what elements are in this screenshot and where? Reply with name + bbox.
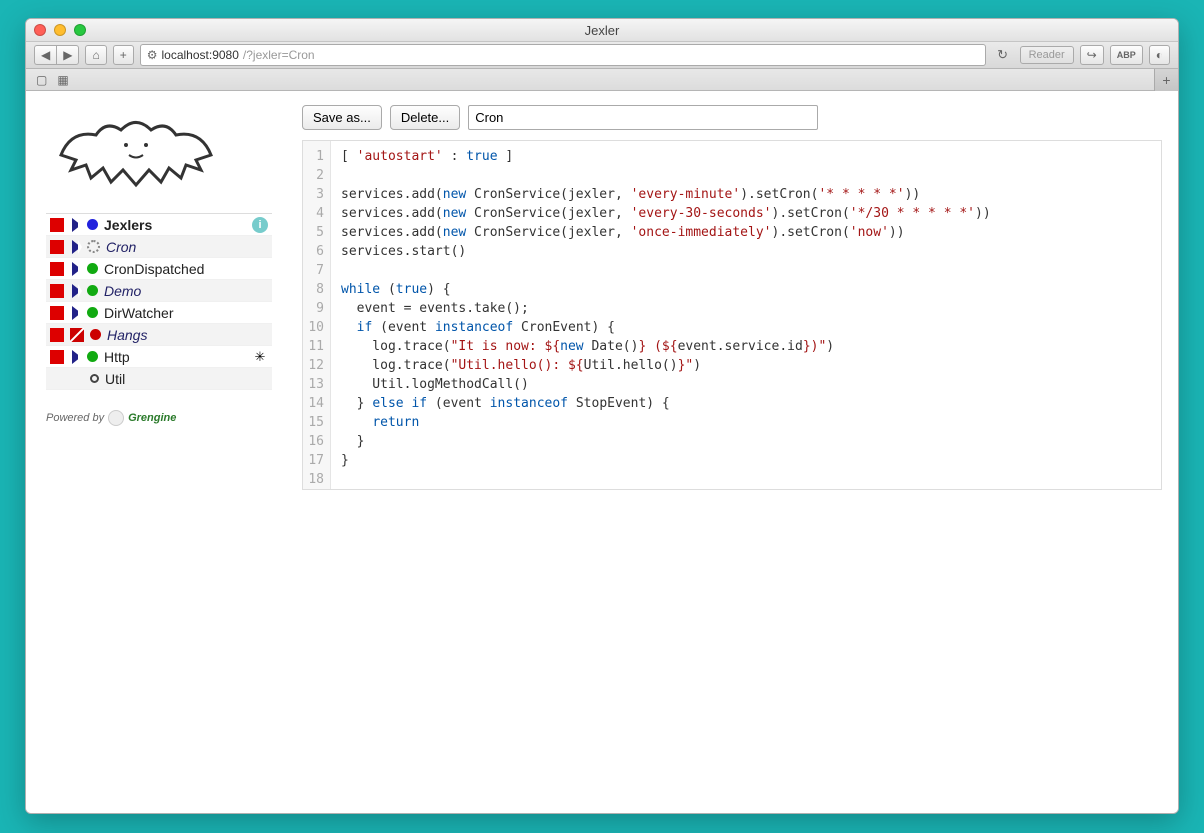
add-bookmark-button[interactable]: +	[113, 45, 134, 65]
main-panel: Save as... Delete... 1 2 3 4 5 6 7 8 9 1…	[282, 91, 1178, 813]
status-idle-icon	[90, 374, 99, 383]
browser-window: Jexler ◀ ▶ ⌂ + ⚙ localhost:9080 /?jexler=…	[25, 18, 1179, 814]
new-tab-button[interactable]: +	[1154, 69, 1178, 91]
url-bar[interactable]: ⚙ localhost:9080 /?jexler=Cron	[140, 44, 986, 66]
code-area[interactable]: [ 'autostart' : true ] services.add(new …	[331, 141, 1001, 489]
jexler-name-input[interactable]	[468, 105, 818, 130]
jexler-name: Jexlers	[104, 217, 246, 233]
play-icon[interactable]	[72, 218, 81, 232]
stop-icon[interactable]	[50, 262, 64, 276]
bat-icon	[51, 110, 221, 200]
extension-button[interactable]: ◐	[1149, 45, 1170, 65]
window-title: Jexler	[26, 23, 1178, 38]
jexler-name: Http	[104, 349, 246, 365]
grengine-link[interactable]: Grengine	[128, 412, 176, 424]
book-icon[interactable]: ▢	[36, 73, 47, 87]
chevron-left-icon: ◀	[41, 48, 50, 62]
editor-toolbar: Save as... Delete...	[302, 105, 1162, 130]
stop-icon[interactable]	[50, 328, 64, 342]
stop-icon[interactable]	[50, 350, 64, 364]
jexler-name: Util	[105, 371, 268, 387]
info-icon[interactable]: i	[252, 217, 268, 233]
play-icon[interactable]	[72, 306, 81, 320]
cog-icon[interactable]: ✳	[252, 349, 268, 365]
stop-icon[interactable]	[50, 240, 64, 254]
reader-button[interactable]: Reader	[1020, 46, 1074, 64]
error-icon[interactable]	[70, 328, 84, 342]
grid-icon[interactable]: ▦	[57, 73, 68, 87]
powered-by: Powered by Grengine	[46, 410, 272, 426]
status-blue-icon	[87, 219, 98, 230]
back-button[interactable]: ◀	[34, 45, 56, 65]
titlebar: Jexler	[26, 19, 1178, 42]
jexler-logo	[46, 105, 226, 205]
abp-button[interactable]: ABP	[1110, 45, 1143, 65]
share-button[interactable]: ↪	[1080, 45, 1104, 65]
jexler-row-cron[interactable]: Cron	[46, 236, 272, 258]
jexler-row-util[interactable]: Util	[46, 368, 272, 390]
jexler-row-demo[interactable]: Demo	[46, 280, 272, 302]
stop-icon[interactable]	[50, 218, 64, 232]
status-green-icon	[87, 307, 98, 318]
jexler-name: DirWatcher	[104, 305, 268, 321]
stop-icon[interactable]	[50, 306, 64, 320]
loading-icon	[87, 240, 100, 253]
jexler-name: CronDispatched	[104, 261, 268, 277]
browser-toolbar: ◀ ▶ ⌂ + ⚙ localhost:9080/?jexler=Cron ↻ …	[26, 42, 1178, 69]
code-editor[interactable]: 1 2 3 4 5 6 7 8 9 10 11 12 13 14 15 16 1…	[302, 140, 1162, 490]
sidebar: Jexlers i Cron CronDispatched Demo DirWatcher…	[26, 91, 282, 813]
play-icon[interactable]	[72, 240, 81, 254]
play-icon[interactable]	[72, 350, 81, 364]
line-gutter: 1 2 3 4 5 6 7 8 9 10 11 12 13 14 15 16 1…	[303, 141, 331, 489]
plus-icon: +	[120, 48, 127, 62]
abp-icon: ABP	[1117, 50, 1136, 60]
forward-button[interactable]: ▶	[56, 45, 79, 65]
chevron-right-icon: ▶	[63, 48, 72, 62]
reload-button[interactable]: ↻	[992, 44, 1014, 66]
jexler-name: Hangs	[107, 327, 268, 343]
stop-icon[interactable]	[50, 284, 64, 298]
jexler-row-dirwatcher[interactable]: DirWatcher	[46, 302, 272, 324]
url-host: localhost:9080	[162, 48, 239, 62]
reload-icon: ↻	[997, 47, 1008, 63]
home-button[interactable]: ⌂	[85, 45, 106, 65]
jexler-row-hangs[interactable]: Hangs	[46, 324, 272, 346]
grengine-icon	[108, 410, 124, 426]
url-query: /?jexler=Cron	[243, 48, 315, 62]
page-content: Jexlers i Cron CronDispatched Demo DirWatcher…	[26, 91, 1178, 813]
jexler-row-crondispatched[interactable]: CronDispatched	[46, 258, 272, 280]
bookmarks-bar: ▢ ▦ +	[26, 69, 1178, 91]
save-button[interactable]: Save as...	[302, 105, 382, 130]
circle-icon: ◐	[1156, 48, 1163, 62]
jexler-list: Jexlers i Cron CronDispatched Demo DirWatcher…	[46, 213, 272, 390]
site-icon: ⚙	[147, 48, 158, 62]
status-green-icon	[87, 285, 98, 296]
status-green-icon	[87, 351, 98, 362]
jexler-row-http[interactable]: Http ✳	[46, 346, 272, 368]
jexler-row-jexlers[interactable]: Jexlers i	[46, 214, 272, 236]
play-icon[interactable]	[72, 262, 81, 276]
status-red-icon	[90, 329, 101, 340]
jexler-name: Cron	[106, 239, 268, 255]
share-icon: ↪	[1087, 48, 1097, 62]
status-green-icon	[87, 263, 98, 274]
home-icon: ⌂	[92, 48, 99, 62]
jexler-name: Demo	[104, 283, 268, 299]
play-icon[interactable]	[72, 284, 81, 298]
delete-button[interactable]: Delete...	[390, 105, 460, 130]
